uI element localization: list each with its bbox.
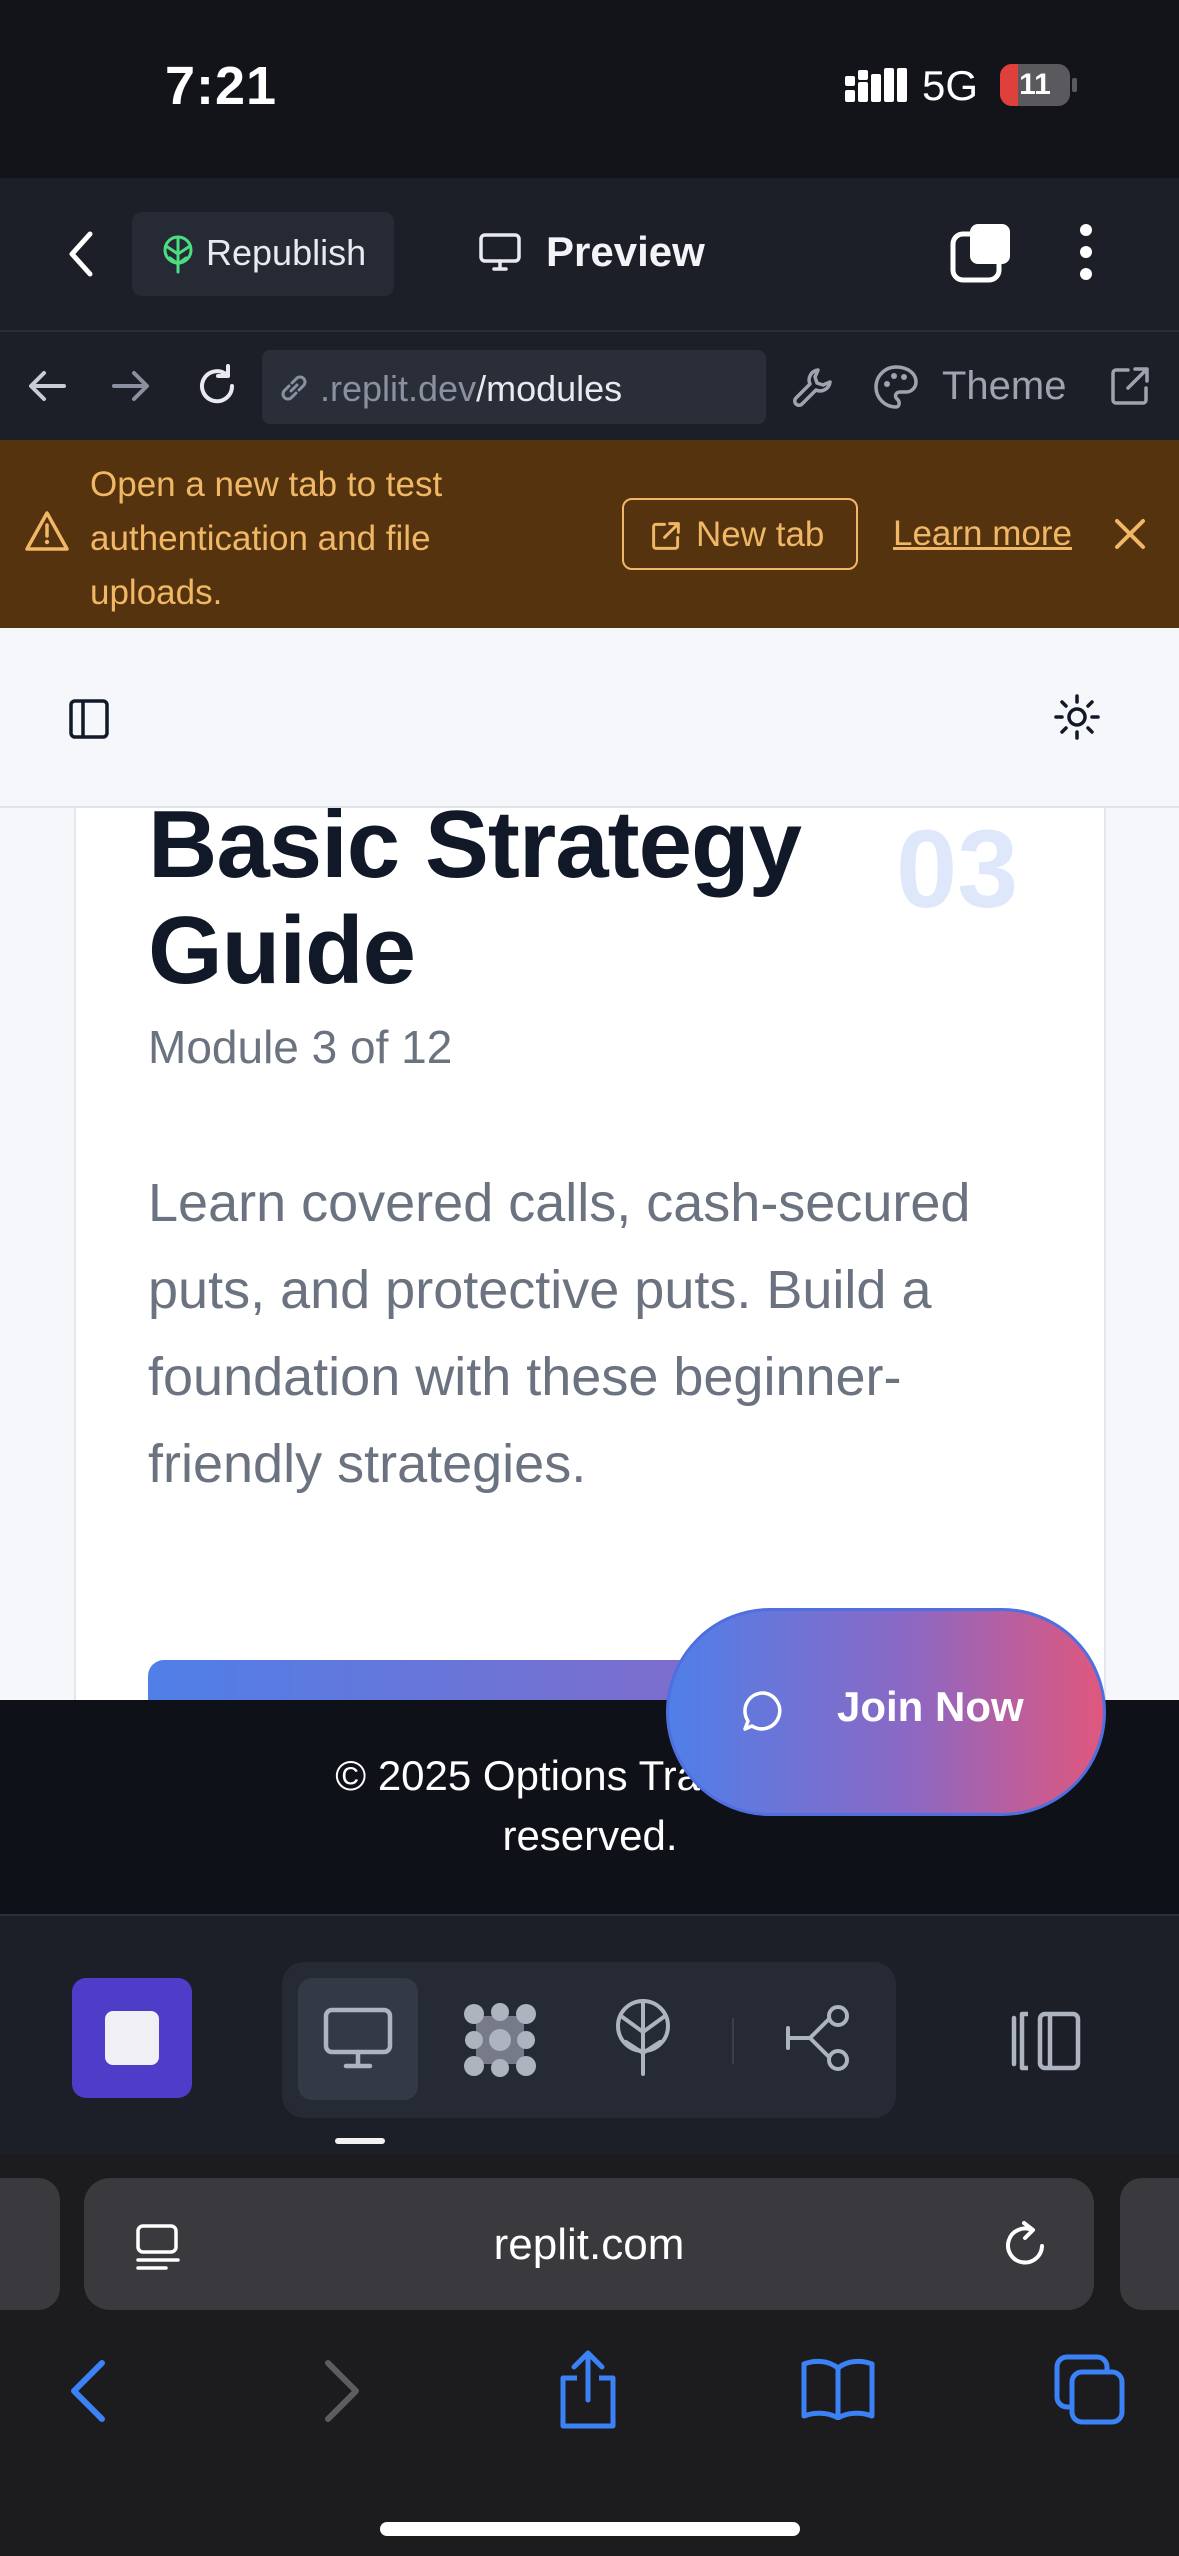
layout-icon[interactable] xyxy=(1010,2010,1082,2072)
warning-banner: Open a new tab to test authentication an… xyxy=(0,440,1179,628)
banner-message: Open a new tab to test authentication an… xyxy=(90,465,443,612)
home-indicator xyxy=(380,2522,800,2536)
monitor-icon xyxy=(322,2006,394,2070)
arrow-left-icon[interactable] xyxy=(26,365,68,407)
tabs-icon[interactable] xyxy=(950,222,1014,284)
safari-domain: replit.com xyxy=(493,2220,685,2269)
theme-button[interactable]: Theme xyxy=(942,364,1067,409)
url-path: /modules xyxy=(476,368,623,409)
stop-button[interactable] xyxy=(72,1978,192,2098)
warning-icon xyxy=(24,510,70,552)
sun-icon[interactable] xyxy=(1054,694,1100,740)
module-progress: Module 3 of 12 xyxy=(148,1021,453,1073)
module-card: 03 Basic Strategy Guide Module 3 of 12 L… xyxy=(74,738,1106,1700)
git-icon[interactable] xyxy=(786,2004,858,2074)
chevron-left-icon[interactable] xyxy=(68,2359,108,2423)
safari-toolbar: replit.com xyxy=(0,2154,1179,2556)
next-tab-preview[interactable] xyxy=(1120,2178,1179,2310)
dock-tool-group xyxy=(282,1962,896,2118)
more-vertical-icon[interactable] xyxy=(1078,222,1094,282)
site-header xyxy=(0,628,1179,808)
dock-divider xyxy=(732,2018,734,2064)
new-tab-label: New tab xyxy=(696,515,825,554)
deploy-icon xyxy=(160,234,196,274)
preview-label: Preview xyxy=(546,228,705,275)
tab-preview[interactable]: Preview xyxy=(478,222,718,286)
chat-bubble-icon xyxy=(741,1689,787,1735)
arrow-right-icon[interactable] xyxy=(110,365,152,407)
chevron-left-icon[interactable] xyxy=(66,230,96,278)
dock-preview-button[interactable] xyxy=(298,1978,418,2100)
status-time: 7:21 xyxy=(165,56,278,116)
stop-icon xyxy=(105,2011,159,2065)
republish-label: Republish xyxy=(206,232,367,273)
previous-tab-preview[interactable] xyxy=(0,2178,60,2310)
learn-more-link[interactable]: Learn more xyxy=(893,514,1072,554)
external-link-icon xyxy=(650,520,682,552)
share-icon[interactable] xyxy=(555,2350,621,2430)
module-title: Basic Strategy Guide xyxy=(148,791,802,1004)
monitor-icon xyxy=(478,232,522,272)
url-domain: .replit.dev xyxy=(320,368,477,409)
module-number: 03 xyxy=(896,808,1019,931)
reload-icon[interactable] xyxy=(1002,2220,1048,2268)
reload-icon[interactable] xyxy=(194,363,240,409)
sidebar-toggle-icon[interactable] xyxy=(68,698,110,740)
new-tab-button[interactable]: New tab xyxy=(622,498,858,570)
join-now-label: Join Now xyxy=(837,1683,1024,1730)
deploy-icon[interactable] xyxy=(612,1998,674,2078)
chevron-right-icon[interactable] xyxy=(322,2359,362,2423)
palette-icon[interactable] xyxy=(872,363,920,411)
url-field[interactable]: .replit.dev/modules xyxy=(262,350,766,424)
footer-copyright-line2: reserved. xyxy=(502,1812,678,1859)
tabs-icon[interactable] xyxy=(1054,2354,1126,2426)
active-indicator xyxy=(335,2138,385,2144)
join-now-button[interactable]: Join Now xyxy=(666,1608,1106,1816)
network-label: 5G xyxy=(922,62,979,109)
safari-address-bar[interactable]: replit.com xyxy=(84,2178,1094,2310)
wrench-icon[interactable] xyxy=(790,364,836,410)
external-link-icon[interactable] xyxy=(1108,364,1152,408)
signal-icon xyxy=(845,66,909,106)
close-icon[interactable] xyxy=(1112,516,1148,552)
battery-icon: 11 xyxy=(1000,64,1077,106)
apps-icon[interactable] xyxy=(462,2002,538,2078)
bookmarks-icon[interactable] xyxy=(800,2356,876,2420)
module-description: Learn covered calls, cash-secured puts, … xyxy=(148,1173,971,1494)
republish-button[interactable]: Republish xyxy=(132,212,394,296)
reader-icon[interactable] xyxy=(134,2222,182,2270)
link-icon xyxy=(276,370,312,406)
bottom-dock xyxy=(0,1914,1179,2154)
web-preview: 03 Basic Strategy Guide Module 3 of 12 L… xyxy=(0,628,1179,1700)
battery-level: 11 xyxy=(1019,68,1051,101)
